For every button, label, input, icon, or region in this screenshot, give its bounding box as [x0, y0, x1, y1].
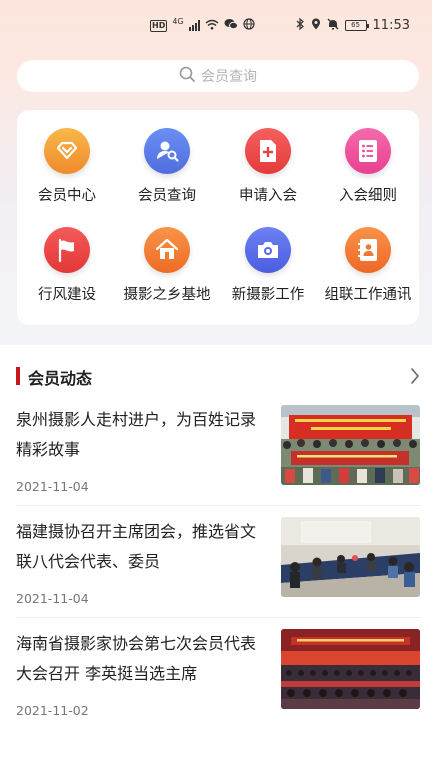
- add-document-icon: [245, 128, 291, 174]
- search-icon: [179, 66, 195, 86]
- menu-item-photo-town-base[interactable]: 摄影之乡基地: [117, 227, 217, 323]
- section-accent-bar: [16, 367, 20, 385]
- news-item[interactable]: 泉州摄影人走村进户，为百姓记录精彩故事 2021-11-04: [0, 405, 432, 517]
- signal-icon: [188, 20, 200, 31]
- network-type: 4G: [172, 17, 184, 26]
- news-date: 2021-11-02: [16, 703, 89, 718]
- news-title: 泉州摄影人走村进户，为百姓记录精彩故事: [16, 410, 257, 459]
- menu-item-apply-membership[interactable]: 申请入会: [218, 128, 318, 224]
- news-item[interactable]: 福建摄协召开主席团会，推选省文联八代会代表、委员 2021-11-04: [0, 517, 432, 629]
- section-title: 会员动态: [28, 369, 93, 388]
- menu-label: 新摄影工作: [231, 287, 305, 303]
- news-item[interactable]: 海南省摄影家协会第七次会员代表大会召开 李英挺当选主席 2021-11-02: [0, 629, 432, 741]
- contact-book-icon: [345, 227, 391, 273]
- flag-icon: [44, 227, 90, 273]
- section-header[interactable]: 会员动态: [0, 345, 432, 405]
- menu-label: 入会细则: [339, 188, 397, 204]
- search-input[interactable]: 会员查询: [17, 60, 419, 92]
- home-icon: [144, 227, 190, 273]
- user-search-icon: [144, 128, 190, 174]
- menu-item-conduct-building[interactable]: 行风建设: [17, 227, 117, 323]
- wifi-icon: [205, 19, 219, 33]
- menu-label: 行风建设: [38, 287, 96, 303]
- menu-label: 申请入会: [239, 188, 297, 204]
- menu-label: 会员查询: [138, 188, 196, 204]
- menu-label: 会员中心: [38, 188, 96, 204]
- news-title: 海南省摄影家协会第七次会员代表大会召开 李英挺当选主席: [16, 634, 257, 683]
- member-news-section: 会员动态 泉州摄影人走村进户，为百姓记录精彩故事 2021-11-04 福建摄协…: [0, 345, 432, 768]
- chevron-right-icon[interactable]: [410, 367, 420, 389]
- news-thumbnail: [281, 405, 420, 485]
- divider: [16, 617, 420, 618]
- search-placeholder: 会员查询: [201, 69, 257, 85]
- menu-item-liaison-newsletter[interactable]: 组联工作通讯: [318, 227, 418, 323]
- news-date: 2021-11-04: [16, 591, 89, 606]
- menu-item-member-search[interactable]: 会员查询: [117, 128, 217, 224]
- list-icon: [345, 128, 391, 174]
- bluetooth-icon: [296, 17, 305, 33]
- menu-item-member-center[interactable]: 会员中心: [17, 128, 117, 224]
- news-date: 2021-11-04: [16, 479, 89, 494]
- menu-label: 摄影之乡基地: [123, 287, 211, 303]
- news-title: 福建摄协召开主席团会，推选省文联八代会代表、委员: [16, 522, 257, 571]
- globe-icon: [243, 18, 255, 33]
- location-icon: [311, 18, 321, 33]
- camera-icon: [245, 227, 291, 273]
- news-thumbnail: [281, 517, 420, 597]
- quick-menu-card: 会员中心 会员查询 申请入会 入会细则 行风建设 摄影之乡基地 新摄影工作 组联…: [17, 110, 419, 325]
- news-thumbnail: [281, 629, 420, 709]
- divider: [16, 505, 420, 506]
- status-bar: HD 4G 65 11:53: [0, 0, 432, 50]
- menu-item-new-photo-work[interactable]: 新摄影工作: [218, 227, 318, 323]
- hd-badge: HD: [150, 19, 168, 32]
- clock: 11:53: [372, 18, 410, 33]
- battery-icon: 65: [344, 20, 369, 31]
- menu-item-membership-rules[interactable]: 入会细则: [318, 128, 418, 224]
- heart-diamond-icon: [44, 128, 90, 174]
- status-left: HD 4G: [150, 17, 255, 33]
- menu-label: 组联工作通讯: [324, 287, 412, 303]
- status-right: 65 11:53: [296, 17, 410, 33]
- mute-icon: [327, 18, 339, 33]
- wechat-icon: [224, 18, 238, 33]
